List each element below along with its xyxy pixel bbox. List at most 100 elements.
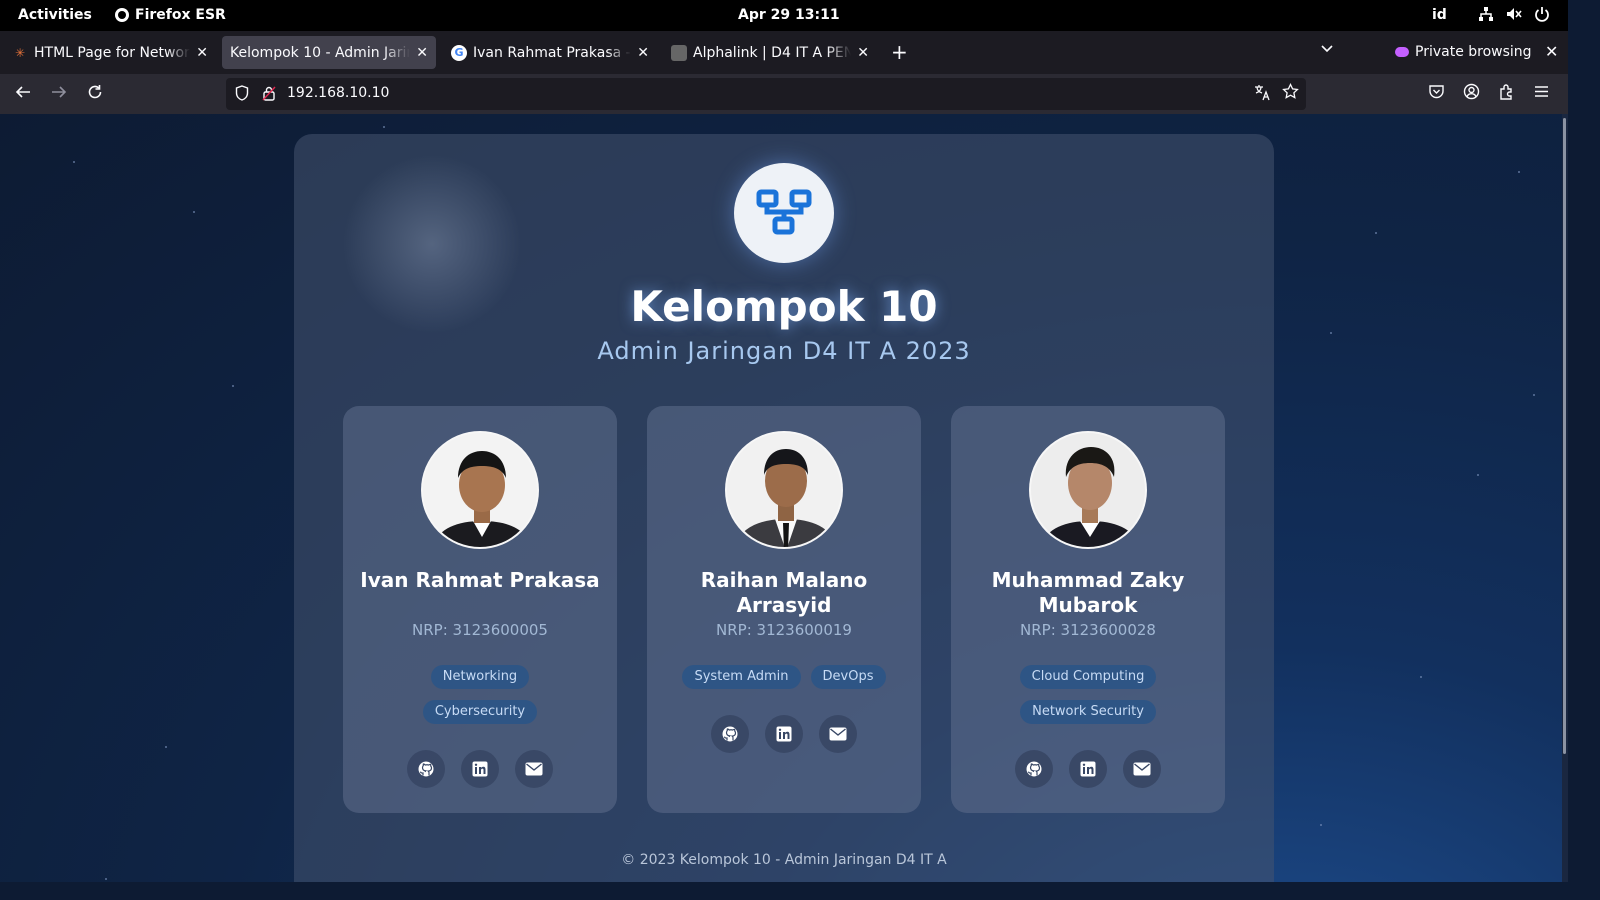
page-scrollbar[interactable] [1562,114,1568,882]
skill-tag: System Admin [682,665,801,689]
private-mask-icon [1395,47,1409,57]
email-link[interactable] [819,715,857,753]
tab-title: HTML Page for Network A [34,44,190,61]
scrollbar-thumb[interactable] [1563,118,1566,754]
linkedin-icon [776,726,792,742]
star-dot [1420,676,1422,678]
star-dot [383,126,385,128]
activities-button[interactable]: Activities [18,7,92,23]
star-dot [73,161,75,163]
skill-tag: Networking [430,665,530,689]
social-links [647,715,921,753]
envelope-icon [1133,762,1151,776]
system-top-bar: Activities Firefox ESR Apr 29 13:11 id [0,0,1568,31]
team-logo [734,163,834,263]
volume-muted-icon [1507,8,1522,20]
tracking-protection-shield-icon[interactable] [235,85,249,105]
linkedin-icon [472,761,488,777]
translate-icon[interactable] [1254,84,1271,105]
tab-title: Alphalink | D4 IT A PENS 2 [693,44,852,61]
forward-arrow-icon[interactable] [50,83,68,106]
star-dot [105,878,107,880]
private-browsing-indicator: Private browsing [1395,44,1532,60]
app-name: Firefox ESR [135,7,226,23]
skill-tags: Networking Cybersecurity [353,665,607,724]
star-dot [1375,232,1377,234]
close-tab-icon[interactable]: ✕ [196,45,208,61]
member-card: Ivan Rahmat Prakasa NRP: 3123600005 Netw… [343,406,617,813]
skill-tags: Cloud Computing Network Security [961,665,1215,724]
toolbar-icons [1428,83,1550,100]
member-name: Ivan Rahmat Prakasa [360,568,600,592]
email-link[interactable] [1123,750,1161,788]
address-bar[interactable]: 192.168.10.10 [226,78,1306,110]
star-dot [1533,394,1535,396]
star-dot [1477,474,1479,476]
github-icon [722,726,738,742]
tab-ivan-rahmat[interactable]: G Ivan Rahmat Prakasa - Pe ✕ [443,36,657,69]
github-link[interactable] [711,715,749,753]
star-dot [1518,171,1520,173]
app-menu[interactable]: Firefox ESR [115,7,226,23]
envelope-icon [525,762,543,776]
pocket-icon[interactable] [1428,83,1445,100]
page-viewport: Kelompok 10 Admin Jaringan D4 IT A 2023 … [0,114,1562,882]
skill-tag: Cloud Computing [1019,665,1157,689]
star-dot [1330,332,1332,334]
private-browsing-label: Private browsing [1415,44,1532,60]
navigation-toolbar: 192.168.10.10 [0,74,1568,114]
new-tab-icon[interactable]: + [891,40,908,64]
social-links [951,750,1225,788]
skill-tag: Network Security [1020,700,1156,724]
linkedin-link[interactable] [461,750,499,788]
network-sitemap-icon [756,189,812,235]
envelope-icon [829,727,847,741]
close-tab-icon[interactable]: ✕ [857,45,869,61]
close-tab-icon[interactable]: ✕ [416,45,428,61]
star-dot [1320,824,1322,826]
alphalink-icon [671,44,687,61]
system-tray[interactable] [1478,6,1550,22]
tab-html-page[interactable]: ✳ HTML Page for Network A ✕ [4,36,216,69]
member-nrp: NRP: 3123600019 [716,621,852,639]
tab-title: Ivan Rahmat Prakasa - Pe [473,44,631,61]
star-dot [165,746,167,748]
url-text[interactable]: 192.168.10.10 [287,85,389,101]
extensions-icon[interactable] [1498,83,1515,100]
email-link[interactable] [515,750,553,788]
account-icon[interactable] [1463,83,1480,100]
linkedin-link[interactable] [765,715,803,753]
member-name: Muhammad Zaky Mubarok [991,568,1185,617]
back-arrow-icon[interactable] [14,83,32,106]
close-tab-icon[interactable]: ✕ [637,45,649,61]
page-title: Kelompok 10 [630,282,938,331]
google-icon: G [451,44,467,61]
member-photo [1029,431,1147,549]
insecure-lock-icon[interactable] [262,85,276,105]
hamburger-menu-icon[interactable] [1533,83,1550,100]
list-all-tabs-icon[interactable] [1320,42,1334,60]
github-link[interactable] [1015,750,1053,788]
linkedin-link[interactable] [1069,750,1107,788]
github-link[interactable] [407,750,445,788]
close-window-icon[interactable]: ✕ [1545,42,1558,61]
skill-tag: DevOps [810,665,886,689]
firefox-icon [115,8,129,22]
network-icon [1479,7,1493,21]
reload-icon[interactable] [86,83,104,106]
tab-alphalink[interactable]: Alphalink | D4 IT A PENS 2 ✕ [663,36,877,69]
skill-tag: Cybersecurity [422,700,538,724]
tab-kelompok-10[interactable]: Kelompok 10 - Admin Jaringan ✕ [222,36,436,69]
member-card: Muhammad Zaky Mubarok NRP: 3123600028 Cl… [951,406,1225,813]
star-dot [232,385,234,387]
tab-title: Kelompok 10 - Admin Jaringan [230,44,410,61]
clock[interactable]: Apr 29 13:11 [738,7,840,23]
team-container: Kelompok 10 Admin Jaringan D4 IT A 2023 … [294,134,1274,882]
linkedin-icon [1080,761,1096,777]
member-photo [725,431,843,549]
page-footer: © 2023 Kelompok 10 - Admin Jaringan D4 I… [621,852,947,868]
bookmark-star-icon[interactable] [1282,82,1299,104]
social-links [343,750,617,788]
input-language-indicator[interactable]: id [1432,7,1447,23]
member-nrp: NRP: 3123600005 [412,621,548,639]
